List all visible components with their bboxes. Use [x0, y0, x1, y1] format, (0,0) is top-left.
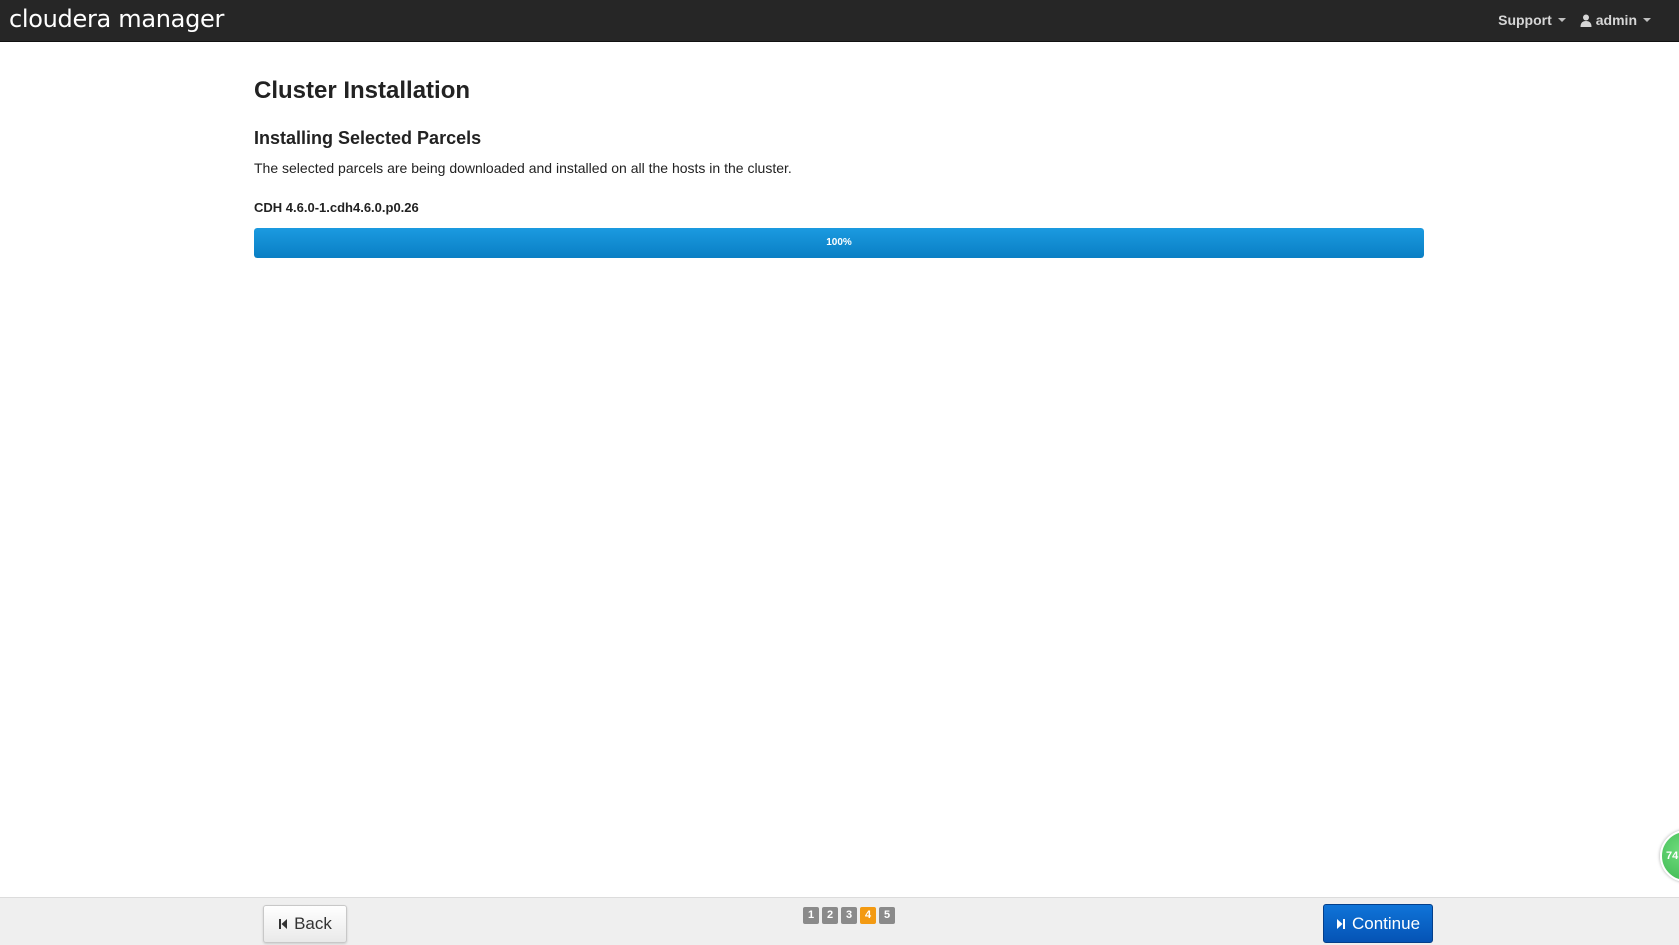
main-content: Cluster Installation Installing Selected… [254, 42, 1424, 258]
wizard-steps: 12345 [803, 907, 895, 924]
back-button[interactable]: Back [263, 905, 347, 943]
user-icon [1580, 14, 1592, 27]
caret-down-icon [1643, 18, 1651, 22]
side-widget-badge[interactable]: 74 [1660, 830, 1679, 882]
user-label: admin [1595, 12, 1637, 28]
section-title: Installing Selected Parcels [254, 128, 482, 148]
step-forward-icon [1336, 918, 1345, 929]
wizard-step-2[interactable]: 2 [822, 907, 838, 924]
wizard-step-4[interactable]: 4 [860, 907, 876, 924]
wizard-step-1[interactable]: 1 [803, 907, 819, 924]
continue-button-label: Continue [1351, 913, 1421, 933]
support-menu[interactable]: Support [1498, 12, 1566, 28]
wizard-footer: Back 12345 Continue [0, 897, 1679, 945]
page-title: Cluster Installation [254, 77, 471, 104]
user-menu[interactable]: admin [1580, 12, 1651, 28]
progress-label: 100% [826, 237, 852, 248]
brand-logo[interactable]: cloudera manager [9, 4, 224, 34]
caret-down-icon [1557, 18, 1566, 22]
parcel-progress-bar: 100% [254, 228, 1424, 258]
step-backward-icon [279, 919, 288, 929]
nav-right: Support admin [1498, 12, 1651, 28]
section-description: The selected parcels are being downloade… [254, 160, 792, 176]
back-button-label: Back [294, 914, 332, 933]
wizard-step-3[interactable]: 3 [841, 907, 857, 924]
parcel-name: CDH 4.6.0-1.cdh4.6.0.p0.26 [254, 200, 419, 215]
side-widget-label: 74 [1666, 850, 1679, 862]
continue-button[interactable]: Continue [1323, 904, 1433, 943]
wizard-step-5[interactable]: 5 [879, 907, 895, 924]
top-navbar: cloudera manager Support admin [0, 0, 1679, 42]
support-label: Support [1498, 12, 1552, 28]
